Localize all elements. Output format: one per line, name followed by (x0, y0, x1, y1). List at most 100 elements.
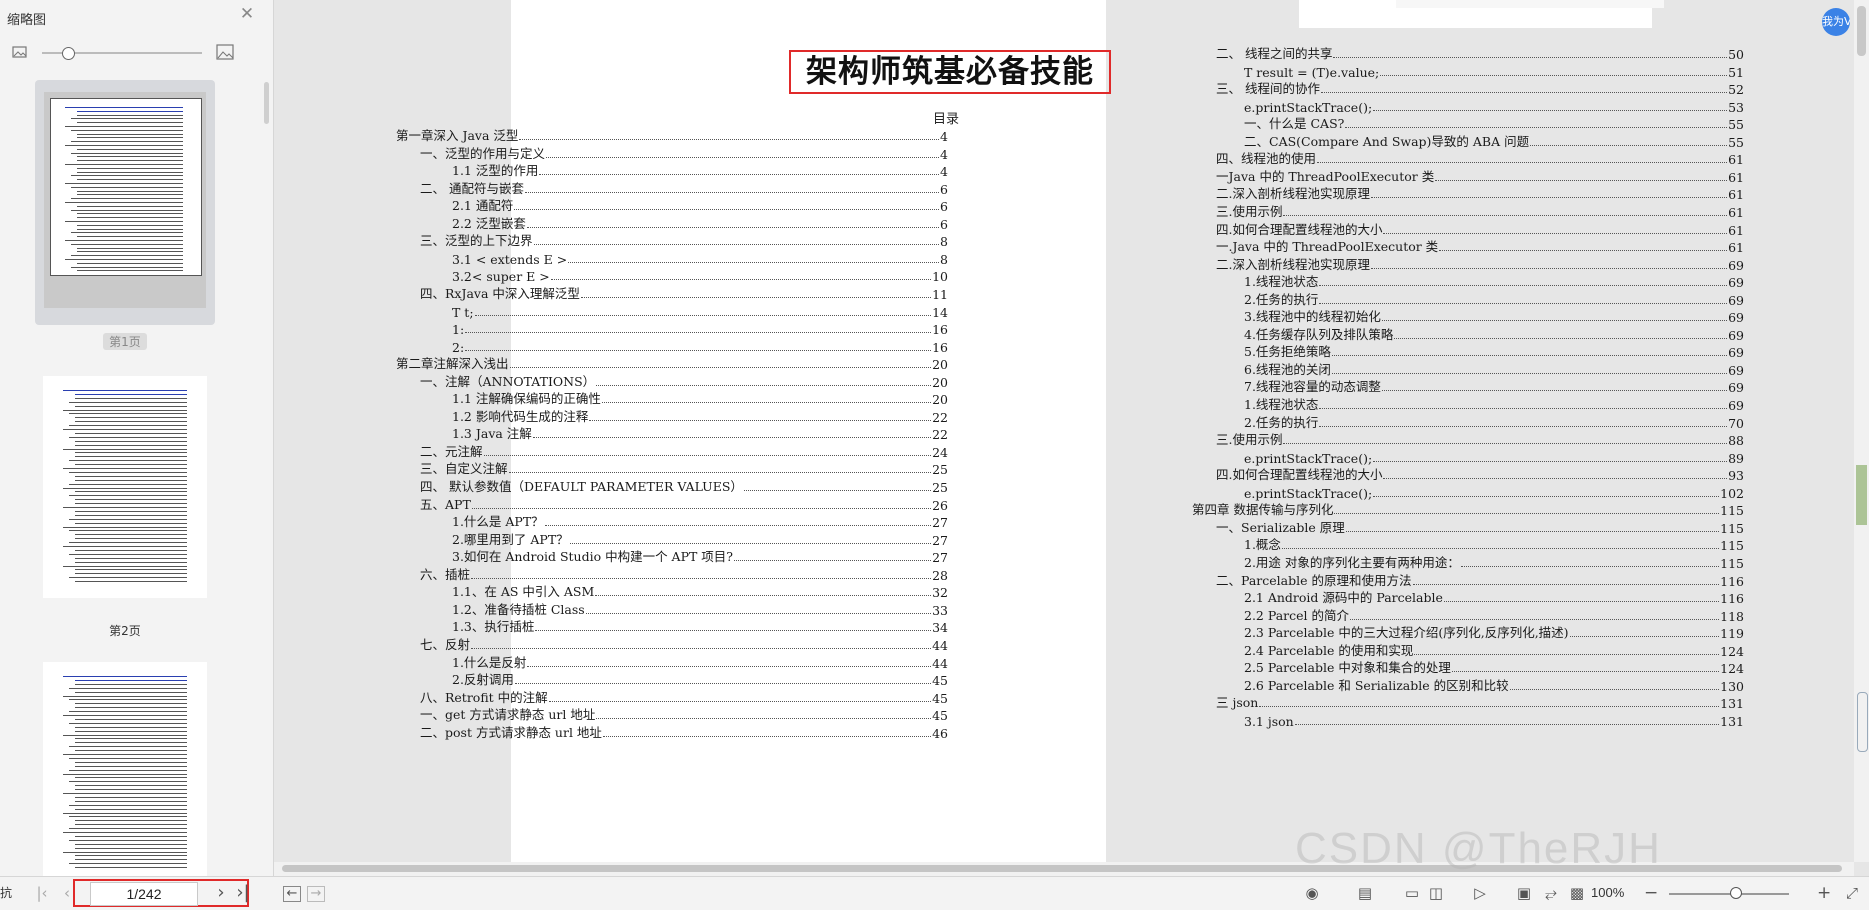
toc-entry[interactable]: 第一章深入 Java 泛型 4 (396, 126, 948, 144)
toc-entry[interactable]: 第二章注解深入浅出 20 (396, 354, 948, 372)
toc-entry[interactable]: 一.Java 中的 ThreadPoolExecutor 类 61 (1216, 237, 1744, 255)
toc-entry[interactable]: 二、post 方式请求静态 url 地址 46 (420, 723, 948, 741)
toc-entry[interactable]: 一、get 方式请求静态 url 地址 45 (420, 705, 948, 723)
thumbnail-page-1[interactable]: 第1页 (35, 80, 215, 350)
toc-entry[interactable]: T t; 14 (452, 302, 948, 320)
toc-entry[interactable]: 四、 默认参数值（DEFAULT PARAMETER VALUES） 25 (420, 477, 948, 495)
toc-entry[interactable]: 4.任务缓存队列及排队策略 69 (1244, 325, 1744, 343)
toc-entry[interactable]: 2.1 Android 源码中的 Parcelable 116 (1244, 588, 1744, 606)
document-icon[interactable]: ▭ (1402, 883, 1422, 903)
toc-entry[interactable]: e.printStackTrace(); 53 (1244, 97, 1744, 115)
prev-page-icon[interactable]: ‹ (60, 883, 74, 903)
toc-entry[interactable]: 2.5 Parcelable 中对象和集合的处理 124 (1244, 658, 1744, 676)
vertical-scrollbar[interactable] (1854, 0, 1869, 862)
toc-entry[interactable]: 2.6 Parcelable 和 Serializable 的区别和比较 130 (1244, 676, 1744, 694)
toc-entry[interactable]: 1.3、执行插桩 34 (452, 617, 948, 635)
toc-entry[interactable]: 五、APT 26 (420, 495, 948, 513)
toc-entry[interactable]: 1.2、准备待插桩 Class 33 (452, 600, 948, 618)
toc-entry[interactable]: 三.使用示例 88 (1216, 430, 1744, 448)
toc-entry[interactable]: 2.哪里用到了 APT？ 27 (452, 530, 948, 548)
expand-sidebar-icon[interactable]: → (307, 886, 325, 902)
toc-entry[interactable]: 三、 线程间的协作 52 (1216, 79, 1744, 97)
toc-entry[interactable]: 七、反射 44 (420, 635, 948, 653)
toc-entry[interactable]: 2: 16 (452, 337, 948, 355)
toc-entry[interactable]: 5.任务拒绝策略 69 (1244, 342, 1744, 360)
zoom-out-icon[interactable]: − (1644, 883, 1658, 903)
toc-entry[interactable]: 四.如何合理配置线程池的大小 61 (1216, 220, 1744, 238)
toc-entry[interactable]: 一、什么是 CAS? 55 (1244, 114, 1744, 132)
toc-entry[interactable]: e.printStackTrace(); 102 (1244, 483, 1744, 501)
toc-entry[interactable]: 3.1 < extends E > 8 (452, 249, 948, 267)
toc-entry[interactable]: 四、线程池的使用 61 (1216, 149, 1744, 167)
vertical-scroll-thumb[interactable] (1857, 6, 1866, 56)
collapse-sidebar-icon[interactable]: ← (283, 886, 301, 902)
toc-entry[interactable]: 3.线程池中的线程初始化 69 (1244, 307, 1744, 325)
image-large-icon[interactable] (216, 44, 234, 60)
toc-entry[interactable]: 1.3 Java 注解 22 (452, 424, 948, 442)
toc-entry[interactable]: 三 json 131 (1216, 693, 1744, 711)
next-page-icon[interactable]: › (214, 883, 228, 903)
toc-entry[interactable]: 2.2 泛型嵌套 6 (452, 214, 948, 232)
avatar[interactable]: 我为V (1822, 8, 1850, 36)
fit-page-icon[interactable]: ▣ (1514, 883, 1534, 903)
toc-entry[interactable]: 2.任务的执行 69 (1244, 290, 1744, 308)
zoom-level[interactable]: 100% (1591, 885, 1624, 900)
last-page-icon[interactable]: ›| (236, 883, 250, 903)
toc-entry[interactable]: 二、 线程之间的共享 50 (1216, 44, 1744, 62)
page-number-input[interactable]: 1/242 (90, 882, 198, 906)
toc-entry[interactable]: 一、Serializable 原理 115 (1216, 518, 1744, 536)
toc-entry[interactable]: 2.1 通配符 6 (452, 196, 948, 214)
single-page-icon[interactable]: ▤ (1355, 883, 1375, 903)
document-viewport[interactable]: 架构师筑基必备技能 目录 第一章深入 Java 泛型 4 一、泛型的作用与定义 4 1.… (274, 0, 1854, 862)
toc-entry[interactable]: 2.3 Parcelable 中的三大过程介绍(序列化,反序列化,描述) 119 (1244, 623, 1744, 641)
zoom-mode-icon[interactable]: ▩ (1567, 883, 1587, 903)
toc-entry[interactable]: 3.1 json 131 (1244, 711, 1744, 729)
toc-entry[interactable]: 二.深入剖析线程池实现原理 69 (1216, 255, 1744, 273)
toc-entry[interactable]: 1.线程池状态 69 (1244, 272, 1744, 290)
toc-entry[interactable]: 二、Parcelable 的原理和使用方法 116 (1216, 571, 1744, 589)
first-page-icon[interactable]: |‹ (34, 883, 50, 903)
zoom-in-icon[interactable]: + (1817, 883, 1831, 903)
toc-entry[interactable]: 1.概念 115 (1244, 535, 1744, 553)
toc-entry[interactable]: 2.反射调用 45 (452, 670, 948, 688)
toc-entry[interactable]: 六、插桩 28 (420, 565, 948, 583)
toc-entry[interactable]: 二.深入剖析线程池实现原理 61 (1216, 184, 1744, 202)
eye-icon[interactable]: ◉ (1300, 883, 1324, 903)
toc-entry[interactable]: 3.如何在 Android Studio 中构建一个 APT 项目? 27 (452, 547, 948, 565)
toc-entry[interactable]: 1.2 影响代码生成的注释 22 (452, 407, 948, 425)
toc-entry[interactable]: 1.1、在 AS 中引入 ASM 32 (452, 582, 948, 600)
thumbnail-page-2[interactable]: 第2页 (35, 366, 215, 638)
toc-entry[interactable]: 二、元注解 24 (420, 442, 948, 460)
toc-entry[interactable]: e.printStackTrace(); 89 (1244, 448, 1744, 466)
toc-entry[interactable]: 2.2 Parcel 的简介 118 (1244, 606, 1744, 624)
zoom-slider-handle[interactable] (1730, 887, 1742, 899)
thumbnail-page-3[interactable] (35, 652, 215, 882)
close-icon[interactable]: ✕ (238, 5, 256, 23)
toc-entry[interactable]: 3.2< super E >10 (452, 266, 948, 284)
toc-entry[interactable]: 三、泛型的上下边界 8 (420, 231, 948, 249)
two-page-icon[interactable]: ◫ (1425, 883, 1447, 903)
toc-entry[interactable]: 2.任务的执行 70 (1244, 413, 1744, 431)
toc-entry[interactable]: 6.线程池的关闭 69 (1244, 360, 1744, 378)
toc-entry[interactable]: 7.线程池容量的动态调整 69 (1244, 377, 1744, 395)
zoom-slider[interactable] (1669, 893, 1789, 895)
sidebar-scrollbar[interactable] (264, 82, 269, 124)
toc-entry[interactable]: T result = (T)e.value; 51 (1244, 62, 1744, 80)
toc-entry[interactable]: 第四章 数据传输与序列化 115 (1192, 500, 1744, 518)
toc-entry[interactable]: 1.1 泛型的作用 4 (452, 161, 948, 179)
toc-entry[interactable]: 二、CAS(Compare And Swap)导致的 ABA 问题 55 (1244, 132, 1744, 150)
fit-width-icon[interactable]: ⥂ (1541, 883, 1561, 903)
thumbnail-zoom-handle[interactable] (62, 47, 75, 60)
toc-entry[interactable]: 1.线程池状态 69 (1244, 395, 1744, 413)
toc-entry[interactable]: 四、RxJava 中深入理解泛型 11 (420, 284, 948, 302)
toc-entry[interactable]: 2.4 Parcelable 的使用和实现 124 (1244, 641, 1744, 659)
toc-entry[interactable]: 三.使用示例 61 (1216, 202, 1744, 220)
fullscreen-icon[interactable]: ⤢ (1842, 883, 1862, 903)
toc-entry[interactable]: 八、Retrofit 中的注解 45 (420, 688, 948, 706)
toc-entry[interactable]: 1.1 注解确保编码的正确性 20 (452, 389, 948, 407)
play-icon[interactable]: ▷ (1470, 883, 1490, 903)
toc-entry[interactable]: 1.什么是反射 44 (452, 653, 948, 671)
toc-entry[interactable]: 一Java 中的 ThreadPoolExecutor 类 61 (1216, 167, 1744, 185)
toc-entry[interactable]: 1: 16 (452, 319, 948, 337)
toc-entry[interactable]: 二、 通配符与嵌套 6 (420, 179, 948, 197)
